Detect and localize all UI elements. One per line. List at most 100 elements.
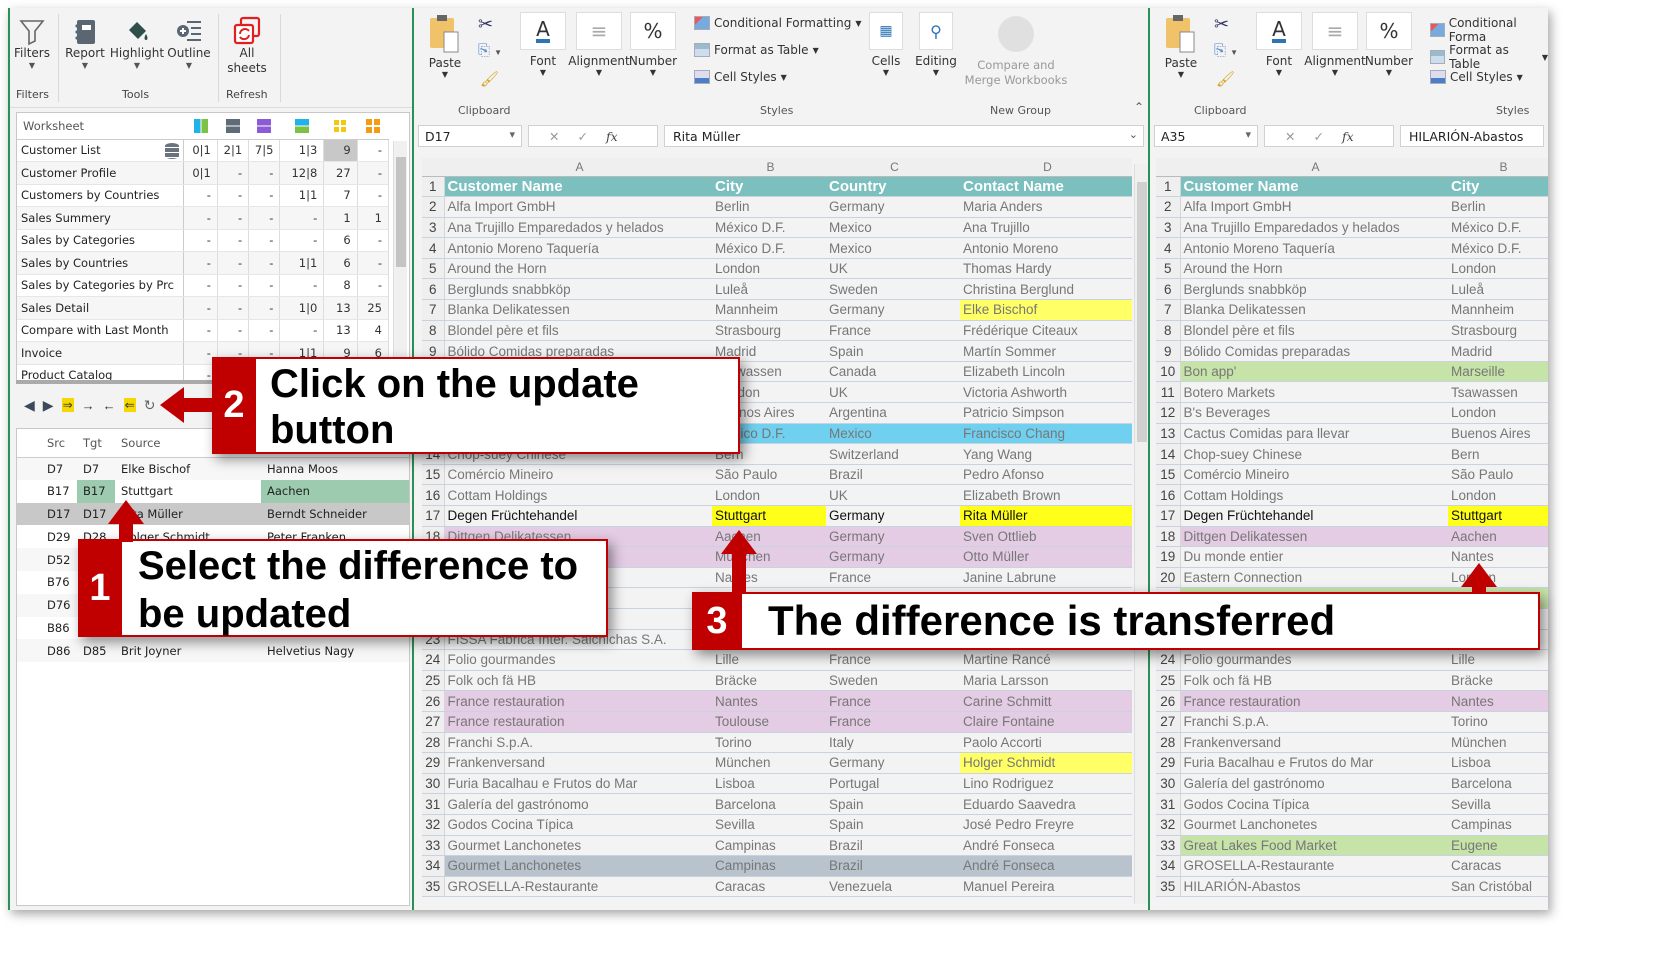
cell[interactable]: Italy xyxy=(826,732,960,754)
cell[interactable]: Blanka Delikatessen xyxy=(1180,299,1448,321)
cell[interactable]: Country xyxy=(826,176,960,198)
diff-count[interactable]: - xyxy=(357,139,390,162)
compare-merge-button[interactable]: Compare and Merge Workbooks xyxy=(964,12,1068,88)
cell[interactable]: UK xyxy=(826,484,960,506)
row-number[interactable]: 33 xyxy=(422,835,445,857)
cell[interactable]: B's Beverages xyxy=(1180,402,1448,424)
diff-count[interactable]: - xyxy=(183,229,218,252)
conditional-formatting-button-target[interactable]: Conditional Forma xyxy=(1430,16,1548,44)
row-number[interactable]: 3 xyxy=(422,217,445,239)
row-number[interactable]: 28 xyxy=(1156,732,1181,754)
cell[interactable]: Chop-suey Chinese xyxy=(1180,443,1448,465)
cell[interactable]: Frankenversand xyxy=(444,752,712,774)
row-number[interactable]: 18 xyxy=(1156,526,1181,548)
cell[interactable]: Berlin xyxy=(712,196,826,218)
cells-orange-icon[interactable] xyxy=(357,113,389,140)
cell[interactable]: Germany xyxy=(826,752,960,774)
next-difference-button[interactable]: ▶ xyxy=(43,397,54,414)
format-as-table-button-target[interactable]: Format as Table ▼ xyxy=(1430,43,1548,71)
row-number[interactable]: 25 xyxy=(422,670,445,692)
cell[interactable]: Switzerland xyxy=(826,443,960,465)
cell[interactable]: GROSELLA-Restaurante xyxy=(444,876,712,898)
update-button[interactable]: ↻ xyxy=(144,397,156,414)
cell[interactable]: Brazil xyxy=(826,855,960,877)
cell[interactable]: Campinas xyxy=(712,835,826,857)
cell[interactable]: Gourmet Lanchonetes xyxy=(444,835,712,857)
diff-count[interactable]: - xyxy=(248,296,281,320)
row-number[interactable]: 30 xyxy=(1156,773,1181,795)
row-number[interactable]: 17 xyxy=(1156,505,1181,527)
diff-count[interactable]: 0|1 xyxy=(183,139,218,162)
column-header[interactable]: A xyxy=(1180,158,1448,177)
cell[interactable]: Degen Früchtehandel xyxy=(1180,505,1448,527)
cell[interactable]: Bólido Comidas preparadas xyxy=(1180,340,1448,362)
diff-count[interactable]: - xyxy=(279,206,325,230)
row-number[interactable]: 35 xyxy=(1156,876,1181,898)
select-all-corner[interactable] xyxy=(422,158,444,177)
row-number[interactable]: 20 xyxy=(1156,567,1181,589)
cell[interactable]: Caracas xyxy=(712,876,826,898)
cell[interactable]: México D.F. xyxy=(712,237,826,259)
alignment-button[interactable]: ≡ Alignment ▼ xyxy=(564,12,634,77)
diff-count[interactable]: 13 xyxy=(323,319,358,342)
cell[interactable]: Galería del gastrónomo xyxy=(444,793,712,815)
select-all-corner[interactable] xyxy=(1156,158,1180,177)
cell[interactable]: Alfa Import GmbH xyxy=(444,196,712,218)
worksheet-row[interactable]: Sales by Categories - - - -6- xyxy=(17,229,390,252)
cell[interactable]: Folk och fä HB xyxy=(1180,670,1448,692)
diff-count[interactable]: 27 xyxy=(323,161,358,185)
cell[interactable]: London xyxy=(712,484,826,506)
diff-count[interactable]: - xyxy=(183,251,218,275)
format-painter-icon[interactable]: 🖌 xyxy=(1216,70,1235,88)
cell[interactable]: London xyxy=(1448,258,1548,280)
row-number[interactable]: 26 xyxy=(1156,690,1181,712)
cell[interactable]: Thomas Hardy xyxy=(960,258,1132,280)
cell[interactable]: André Fonseca xyxy=(960,835,1132,857)
cell[interactable]: France xyxy=(826,320,960,342)
row-number[interactable]: 15 xyxy=(422,464,445,486)
cell[interactable]: Campinas xyxy=(1448,814,1548,836)
cell[interactable]: Around the Horn xyxy=(444,258,712,280)
row-number[interactable]: 2 xyxy=(422,196,445,218)
row-number[interactable]: 1 xyxy=(422,176,445,198)
cell[interactable]: André Fonseca xyxy=(960,855,1132,877)
cell[interactable]: France restauration xyxy=(444,711,712,733)
row-number[interactable]: 32 xyxy=(422,814,445,836)
diff-count[interactable]: - xyxy=(279,229,325,252)
difference-row[interactable]: D86 D85 Brit Joyner Helvetius Nagy xyxy=(17,639,409,663)
diff-count[interactable]: - xyxy=(183,274,218,297)
cut-icon[interactable]: ✂ xyxy=(1214,14,1229,35)
cell-styles-button-target[interactable]: Cell Styles ▼ xyxy=(1430,70,1523,84)
row-number[interactable]: 3 xyxy=(1156,217,1181,239)
cell[interactable]: Paolo Accorti xyxy=(960,732,1132,754)
row-number[interactable]: 32 xyxy=(1156,814,1181,836)
cell[interactable]: Rita Müller xyxy=(960,505,1132,527)
formula-input[interactable]: Rita Müller xyxy=(664,125,1144,147)
cell[interactable]: Furia Bacalhau e Frutos do Mar xyxy=(1180,752,1448,774)
row-number[interactable]: 34 xyxy=(1156,855,1181,877)
difference-row[interactable]: D7 D7 Elke Bischof Hanna Moos xyxy=(17,457,409,480)
worksheet-row[interactable]: Sales Summery - - - -1 1 xyxy=(17,206,390,230)
cell[interactable]: Antonio Moreno Taquería xyxy=(444,237,712,259)
cell[interactable]: London xyxy=(1448,402,1548,424)
copy-to-left-all-button[interactable]: ⇐ xyxy=(123,398,136,412)
cell[interactable]: France restauration xyxy=(444,690,712,712)
cell[interactable]: Mexico xyxy=(826,237,960,259)
cell[interactable]: Campinas xyxy=(712,855,826,877)
cell[interactable]: Sevilla xyxy=(1448,793,1548,815)
cell[interactable]: Cottam Holdings xyxy=(1180,484,1448,506)
row-number[interactable]: 33 xyxy=(1156,835,1181,857)
diff-count[interactable]: 1|3 xyxy=(279,139,325,162)
cell[interactable]: Berglunds snabbköp xyxy=(444,278,712,301)
row-number[interactable]: 29 xyxy=(422,752,445,774)
row-number[interactable]: 14 xyxy=(1156,443,1181,465)
cell[interactable]: Brazil xyxy=(826,464,960,486)
cell[interactable]: Martín Sommer xyxy=(960,340,1132,362)
cancel-icon[interactable]: ✕ xyxy=(1285,129,1295,144)
cell[interactable]: Nantes xyxy=(1448,690,1548,712)
cell[interactable]: Spain xyxy=(826,814,960,836)
cell[interactable]: Lisboa xyxy=(1448,752,1548,774)
diff-count[interactable]: - xyxy=(217,206,250,230)
cell[interactable]: Ana Trujillo xyxy=(960,217,1132,239)
cell[interactable]: München xyxy=(712,752,826,774)
